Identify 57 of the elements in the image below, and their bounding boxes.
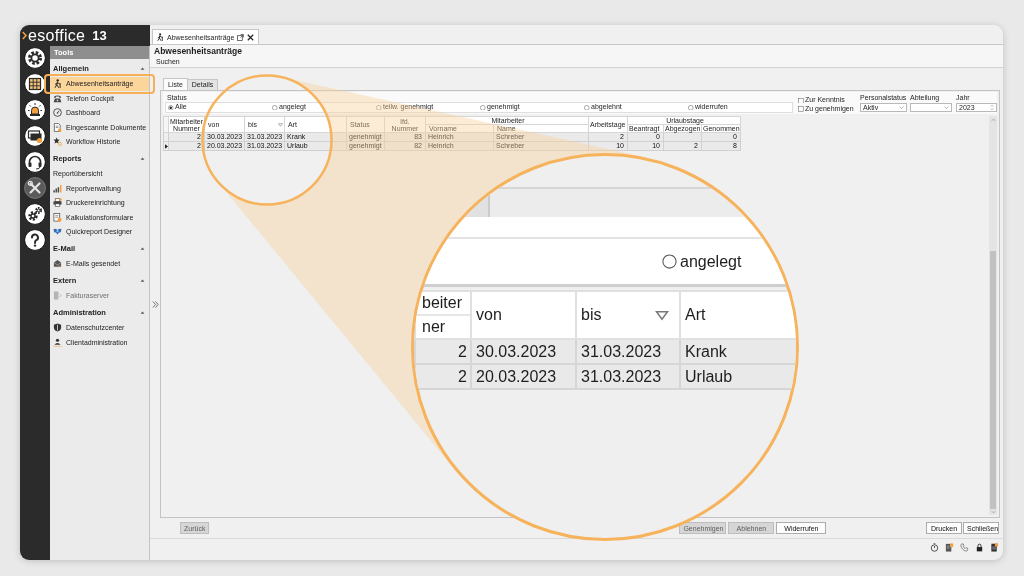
gear-icon[interactable]: [24, 47, 46, 69]
help-icon[interactable]: [24, 229, 46, 251]
scrollbar-thumb[interactable]: [990, 251, 996, 509]
magnified-column-header: ner: [416, 314, 470, 338]
caret-icon[interactable]: [140, 157, 145, 161]
logo-text: esoffice: [28, 27, 86, 44]
siren-icon[interactable]: [24, 99, 46, 121]
popout-icon[interactable]: [237, 33, 245, 41]
bar-chart-icon: [53, 183, 62, 193]
double-chevron-icon[interactable]: [151, 299, 159, 309]
caret-icon: [944, 106, 949, 109]
magnified-column-header[interactable]: bis: [576, 291, 680, 339]
person-walking-icon: [53, 79, 62, 89]
caret-icon[interactable]: [140, 311, 145, 315]
scrollbar[interactable]: [989, 116, 997, 515]
scanned-document-icon: [53, 122, 62, 132]
star-icon: [53, 137, 62, 147]
banknotes-icon[interactable]: [24, 125, 46, 147]
printer-icon: [53, 198, 62, 208]
emblem-icon: [53, 227, 62, 237]
magnified-cell: Urlaub: [680, 364, 796, 389]
user-icon: [53, 337, 62, 347]
caret-icon[interactable]: [140, 247, 145, 251]
mail-icon: [53, 259, 62, 269]
tools-icon[interactable]: [24, 177, 46, 199]
magnified-cell: 2: [415, 364, 471, 389]
notepad-icon[interactable]: [990, 543, 999, 552]
magnified-column-header[interactable]: von: [471, 291, 576, 339]
magnified-cell: 31.03.2023: [576, 339, 680, 364]
caret-icon[interactable]: [140, 67, 145, 71]
grid-icon[interactable]: [24, 73, 46, 95]
magnified-status-radio[interactable]: angelegt: [662, 252, 742, 271]
magnified-cell: 20.03.2023: [471, 364, 576, 389]
shield-icon: [53, 323, 62, 333]
lock-icon[interactable]: [975, 543, 984, 552]
magnified-column-header[interactable]: Art: [680, 291, 796, 339]
magnified-cell: Krank: [680, 339, 796, 364]
caret-icon[interactable]: [140, 279, 145, 283]
stopwatch-icon[interactable]: [930, 543, 939, 552]
version-label: 13: [92, 27, 107, 44]
caret-icon: [899, 106, 904, 109]
magnified-cell: 31.03.2023: [576, 364, 680, 389]
server-icon: [53, 291, 62, 301]
desk-phone-icon: [53, 93, 62, 103]
magnified-column-header: beiter: [416, 292, 470, 314]
page-title: Abwesenheitsanträge: [154, 46, 243, 57]
filter-icon[interactable]: [655, 309, 669, 321]
magnified-cell: 2: [415, 339, 471, 364]
address-book-icon[interactable]: [945, 543, 954, 552]
person-walking-icon: [156, 33, 164, 41]
headset-icon[interactable]: [24, 151, 46, 173]
magnified-cell: 30.03.2023: [471, 339, 576, 364]
gears-icon[interactable]: [24, 203, 46, 225]
chevron-icon: [22, 31, 27, 40]
gauge-icon: [53, 108, 62, 118]
close-icon[interactable]: [247, 33, 255, 41]
form-icon: [53, 212, 62, 222]
